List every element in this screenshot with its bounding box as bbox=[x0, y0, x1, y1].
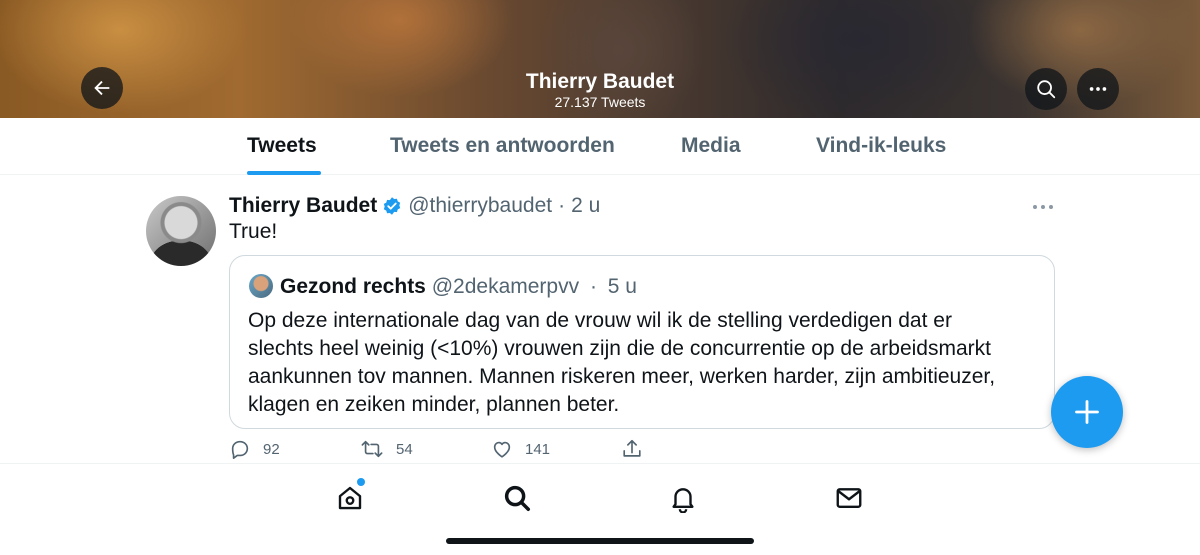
profile-tabs: Tweets Tweets en antwoorden Media Vind-i… bbox=[0, 118, 1200, 175]
bell-icon bbox=[672, 488, 694, 513]
active-tab-indicator bbox=[247, 171, 321, 175]
quoted-text: Op deze internationale dag van de vrouw … bbox=[248, 307, 1038, 419]
profile-title: Thierry Baudet bbox=[525, 70, 675, 93]
plus-icon bbox=[1075, 400, 1099, 424]
quoted-tweet[interactable]: Gezond rechts @2dekamerpvv · 5 u Op deze… bbox=[229, 255, 1055, 429]
quoted-avatar bbox=[249, 274, 273, 298]
tweet-more-button[interactable] bbox=[1032, 198, 1054, 216]
tab-tweets-and-replies[interactable]: Tweets en antwoorden bbox=[390, 134, 615, 158]
search-icon bbox=[504, 485, 530, 511]
compose-tweet-button[interactable] bbox=[1051, 376, 1123, 448]
retweet-button[interactable]: 54 bbox=[360, 438, 413, 460]
tweet-header: Thierry Baudet @thierrybaudet · 2 u bbox=[229, 194, 600, 218]
author-handle[interactable]: @thierrybaudet bbox=[408, 194, 552, 218]
nav-messages[interactable] bbox=[832, 481, 866, 515]
tweet-text: True! bbox=[229, 220, 278, 243]
like-button[interactable]: 141 bbox=[491, 438, 550, 460]
envelope-icon bbox=[836, 488, 862, 508]
quoted-text-line: aankunnen tov mannen. Mannen riskeren me… bbox=[248, 365, 996, 388]
author-name[interactable]: Thierry Baudet bbox=[229, 194, 377, 218]
avatar[interactable] bbox=[146, 196, 216, 266]
reply-count: 92 bbox=[263, 440, 280, 458]
retweet-icon bbox=[361, 440, 383, 458]
home-icon bbox=[338, 486, 362, 510]
nav-notifications[interactable] bbox=[666, 481, 700, 515]
quoted-author-handle: @2dekamerpvv bbox=[431, 275, 580, 298]
tweet-count: 27.137 Tweets bbox=[554, 94, 646, 110]
tab-tweets[interactable]: Tweets bbox=[247, 134, 317, 158]
search-icon bbox=[1037, 80, 1056, 99]
heart-icon bbox=[493, 441, 511, 458]
share-icon bbox=[623, 439, 641, 457]
nav-home[interactable] bbox=[333, 478, 367, 515]
verified-badge-icon bbox=[382, 196, 402, 216]
separator-dot: · bbox=[558, 194, 566, 217]
more-icon bbox=[1033, 205, 1053, 209]
tab-likes[interactable]: Vind-ik-leuks bbox=[816, 134, 946, 158]
search-button[interactable] bbox=[1025, 68, 1067, 110]
tab-media[interactable]: Media bbox=[681, 134, 741, 158]
quoted-header: Gezond rechts @2dekamerpvv · 5 u bbox=[280, 275, 637, 299]
more-button[interactable] bbox=[1077, 68, 1119, 110]
quoted-text-line: klagen en zeiken minder, plannen beter. bbox=[248, 393, 620, 416]
reply-icon bbox=[231, 440, 249, 459]
more-icon bbox=[1089, 87, 1107, 91]
home-indicator bbox=[446, 538, 754, 544]
quoted-author-name: Gezond rechts bbox=[280, 275, 426, 298]
retweet-count: 54 bbox=[396, 440, 413, 458]
like-count: 141 bbox=[525, 440, 551, 458]
tweet-time[interactable]: 2 u bbox=[571, 194, 600, 218]
quoted-text-line: Op deze internationale dag van de vrouw … bbox=[248, 309, 952, 332]
reply-button[interactable]: 92 bbox=[229, 438, 280, 460]
quoted-time: 5 u bbox=[607, 275, 637, 298]
notification-dot bbox=[357, 478, 365, 486]
quoted-text-line: slechts heel weinig (<10%) vrouwen zijn … bbox=[248, 337, 991, 360]
separator-dot: · bbox=[589, 275, 597, 298]
share-button[interactable] bbox=[621, 438, 655, 460]
nav-search[interactable] bbox=[500, 481, 534, 515]
